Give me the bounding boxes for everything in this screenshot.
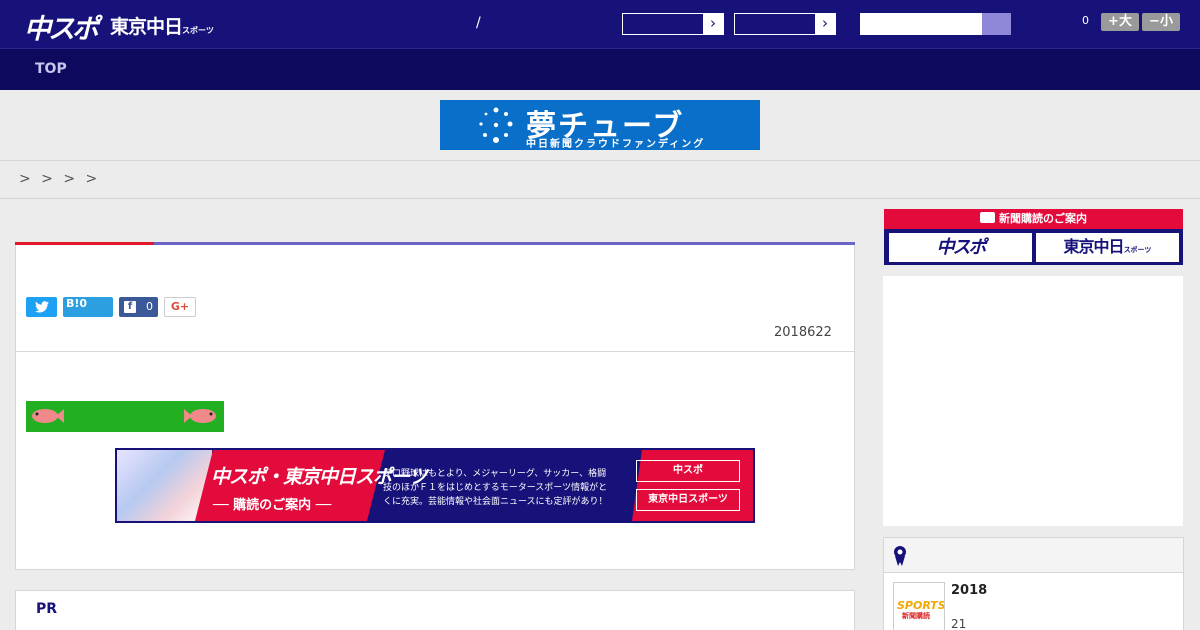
main-nav: TOP: [0, 48, 1200, 90]
divider: [0, 198, 1200, 199]
twitter-share-button[interactable]: [26, 297, 57, 317]
article-date: 2018622: [774, 325, 832, 340]
nav-item-top[interactable]: TOP: [35, 61, 67, 77]
yume-tube-banner[interactable]: 夢チューブ 中日新聞クラウドファンディング: [440, 100, 760, 150]
card-accent-line-red: [15, 242, 154, 245]
ranking-item-sub: 21: [951, 617, 967, 630]
hatena-icon: B!0: [66, 297, 87, 311]
ranking-box: SPORTS!! 新聞購読 2018 21: [883, 537, 1184, 630]
font-size-down-button[interactable]: −小: [1142, 13, 1180, 31]
ranking-header: [884, 538, 1183, 573]
fish-icon: [32, 409, 64, 423]
subscription-ad-banner[interactable]: 中スポ・東京中日スポーツ ── 購読のご案内 ── プロ野球はもとより、メジャー…: [115, 448, 755, 523]
header-count: 0: [1082, 14, 1089, 27]
tokyo-logo-text: 東京中日: [110, 16, 183, 38]
ranking-item-title[interactable]: 2018: [951, 583, 987, 598]
ranking-thumbnail[interactable]: SPORTS!! 新聞購読: [893, 582, 945, 630]
subscribe-chuspo-button[interactable]: 中スポ: [889, 233, 1032, 262]
thumb-text2: 新聞購読: [902, 612, 930, 620]
newspaper-icon: [980, 212, 995, 223]
banner-subtitle: 中日新聞クラウドファンディング: [526, 139, 706, 150]
ad-chuspo-button[interactable]: 中スポ: [636, 460, 740, 482]
pr-card: [15, 590, 855, 630]
chevron-right-icon[interactable]: ›: [703, 14, 723, 34]
hatena-label: B!: [66, 297, 80, 310]
sub-btn2-small: スポーツ: [1123, 246, 1152, 254]
twitter-icon: [34, 301, 49, 313]
search-input[interactable]: [860, 13, 1011, 35]
subcategory-select[interactable]: ›: [734, 13, 836, 35]
google-plus-button[interactable]: G+: [164, 297, 196, 317]
fish-icon: [184, 409, 216, 423]
ad-tokyo-chunichi-button[interactable]: 東京中日スポーツ: [636, 489, 740, 511]
subscribe-tokyo-chunichi-button[interactable]: 東京中日スポーツ: [1036, 233, 1179, 262]
sidebar-ad[interactable]: [883, 276, 1183, 526]
font-size-up-button[interactable]: +大: [1101, 13, 1139, 31]
divider: [0, 160, 1200, 161]
site-header: 中スポ 東京中日スポーツ / › › 0 +大 −小: [0, 0, 1200, 48]
facebook-icon: f: [124, 301, 136, 313]
tokyo-logo-small: スポーツ: [182, 26, 214, 35]
breadcrumb: > > > >: [19, 171, 98, 187]
ribbon-icon: [894, 546, 906, 566]
sub-btn2-text: 東京中日: [1063, 237, 1125, 256]
tokyo-chunichi-logo[interactable]: 東京中日スポーツ: [110, 12, 214, 39]
fish-banner[interactable]: [26, 401, 224, 432]
dots-circle-icon: [479, 107, 513, 143]
pr-label: PR: [36, 601, 58, 617]
search-button[interactable]: [982, 13, 1011, 35]
subscription-header: 新聞購読のご案内: [884, 209, 1183, 229]
chevron-right-icon[interactable]: ›: [815, 14, 835, 34]
chuspo-logo[interactable]: 中スポ: [24, 7, 99, 46]
ad-subhead: ── 購読のご案内 ──: [213, 498, 332, 513]
hatena-bookmark-button[interactable]: B!0: [63, 297, 113, 317]
category-select[interactable]: ›: [622, 13, 724, 35]
divider: [16, 351, 854, 352]
subscription-head-text: 新聞購読のご案内: [999, 212, 1087, 225]
hatena-count: 0: [79, 297, 88, 310]
facebook-share-button[interactable]: f 0: [119, 297, 158, 317]
ad-description: プロ野球はもとより、メジャーリーグ、サッカー、格闘技のほかＦ１をはじめとするモー…: [383, 469, 608, 507]
facebook-count: 0: [146, 300, 153, 313]
header-separator: /: [476, 15, 481, 31]
subscription-box: 新聞購読のご案内 中スポ 東京中日スポーツ: [884, 209, 1183, 265]
